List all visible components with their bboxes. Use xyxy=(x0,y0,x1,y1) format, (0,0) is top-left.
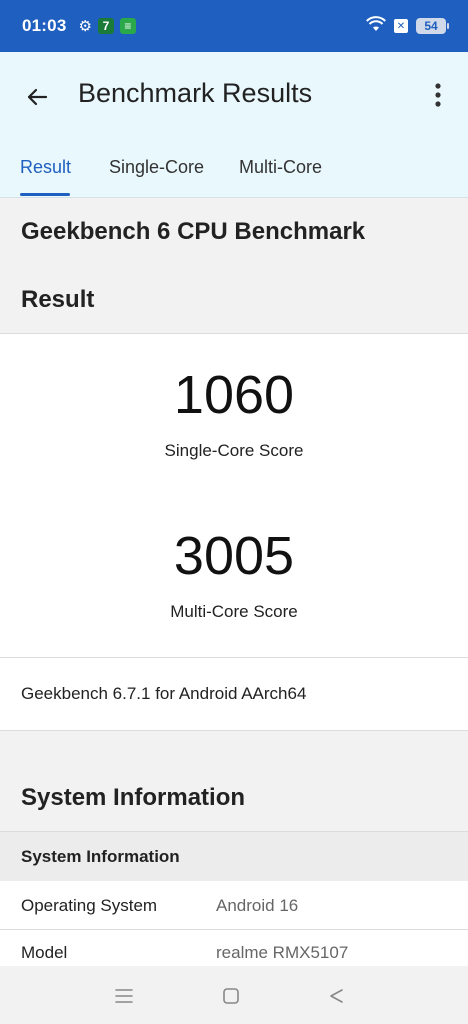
sim-x-icon: ✕ xyxy=(394,19,408,33)
multi-core-score: 3005 xyxy=(173,526,295,586)
recent-apps-button[interactable] xyxy=(112,984,136,1008)
menu-icon xyxy=(115,989,133,1003)
back-triangle-icon xyxy=(330,989,343,1003)
table-row: Operating System Android 16 xyxy=(0,881,468,929)
table-row: Model realme RMX5107 xyxy=(0,930,468,966)
back-button[interactable] xyxy=(22,82,52,112)
version-text: Geekbench 6.7.1 for Android AArch64 xyxy=(21,684,307,703)
row-label: Model xyxy=(21,943,68,962)
system-info-header: System Information xyxy=(0,731,468,831)
benchmark-title: Geekbench 6 CPU Benchmark xyxy=(21,218,366,245)
system-info-subheader: System Information xyxy=(0,832,468,881)
version-row: Geekbench 6.7.1 for Android AArch64 xyxy=(0,658,468,730)
system-info-heading: System Information xyxy=(21,784,246,811)
tab-single-core[interactable]: Single-Core xyxy=(109,157,204,192)
gear-icon: ⚙ xyxy=(78,18,92,35)
status-right-icons: ✕ 54 xyxy=(366,15,449,37)
battery-icon: 54 xyxy=(416,18,449,34)
tab-bar: Result Single-Core Multi-Core xyxy=(0,153,468,198)
single-core-label: Single-Core Score xyxy=(164,441,304,460)
tab-result[interactable]: Result xyxy=(20,157,71,192)
notification-app-icon: ≡ xyxy=(119,18,136,34)
status-left-icons: ⚙ 7 ≡ xyxy=(78,17,136,35)
active-tab-indicator xyxy=(20,193,70,196)
scores-card: 1060 Single-Core Score 3005 Multi-Core S… xyxy=(0,334,468,657)
tab-multi-core[interactable]: Multi-Core xyxy=(239,157,322,192)
status-time: 01:03 xyxy=(22,16,67,35)
row-value: realme RMX5107 xyxy=(216,943,349,962)
home-button[interactable] xyxy=(219,984,243,1008)
back-arrow-icon xyxy=(27,88,48,106)
wifi-icon xyxy=(366,15,386,37)
page-title: Benchmark Results xyxy=(78,78,313,108)
home-square-icon xyxy=(223,988,239,1004)
row-label: Operating System xyxy=(21,896,158,915)
back-nav-button[interactable] xyxy=(324,984,348,1008)
more-options-button[interactable] xyxy=(426,80,450,110)
multi-core-label: Multi-Core Score xyxy=(170,602,298,621)
notification-badge-icon: 7 xyxy=(97,18,114,34)
system-info-subheading: System Information xyxy=(21,847,180,866)
benchmark-header: Geekbench 6 CPU Benchmark Result xyxy=(0,198,468,333)
row-value: Android 16 xyxy=(216,896,299,915)
system-nav-bar xyxy=(0,966,468,1024)
status-bar: 01:03 ⚙ 7 ≡ ✕ 54 xyxy=(0,0,468,52)
single-core-score: 1060 xyxy=(173,365,295,425)
more-vert-icon xyxy=(435,83,441,107)
app-bar: Benchmark Results Result Single-Core Mul… xyxy=(0,52,468,198)
result-heading: Result xyxy=(21,286,95,313)
